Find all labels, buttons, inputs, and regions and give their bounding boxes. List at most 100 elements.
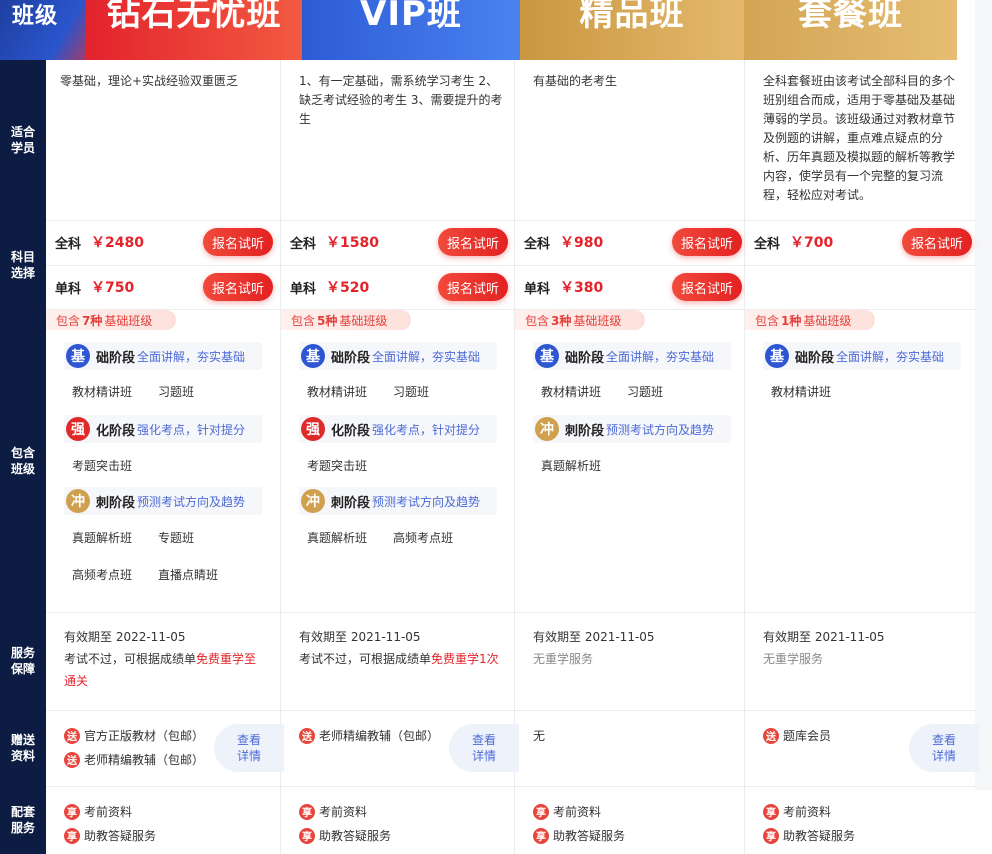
view-detail-button[interactable]: 查看详情 (449, 724, 519, 772)
sub-class[interactable]: 真题解析班 (541, 457, 601, 474)
extra-item: 享考前资料 (533, 803, 601, 820)
target-desc: 有基础的老考生 (533, 74, 618, 88)
extra-icon: 享 (299, 827, 315, 844)
enroll-button[interactable]: 报名试听 (203, 273, 273, 301)
enroll-button[interactable]: 报名试听 (203, 228, 273, 256)
sub-class[interactable]: 教材精讲班 (307, 383, 367, 400)
row-label-service: 服务保障 (10, 646, 35, 676)
extra-icon: 享 (299, 803, 315, 820)
gift-item: 送老师精编教辅（包邮） (299, 727, 439, 744)
service-info: 有效期至 2022-11-05 考试不过，可根据成绩单免费重学至通关 (64, 630, 257, 688)
class-count-tag: 包含 3种 基础班级 (515, 310, 645, 330)
stage-foundation: 基 础阶段 全面讲解，夯实基础 (763, 342, 961, 370)
extra-item: 享助教答疑服务 (533, 827, 625, 844)
header-vip: VIP班 (302, 0, 520, 60)
price-row: 单科 ￥520 报名试听 (290, 272, 508, 302)
header-diamond: 钻石无忧班 (86, 0, 302, 60)
stage-intensive: 强 化阶段 强化考点，针对提分 (299, 415, 497, 443)
extra-item: 享助教答疑服务 (299, 827, 391, 844)
stage-badge-icon: 基 (535, 344, 559, 368)
gift-item: 送老师精编教辅（包邮） (64, 751, 204, 768)
header-package: 套餐班 (744, 0, 957, 60)
enroll-button[interactable]: 报名试听 (438, 273, 508, 301)
sub-class[interactable]: 高频考点班 (72, 566, 132, 583)
sub-class[interactable]: 专题班 (158, 529, 194, 546)
column-package: 全科套餐班由该考试全部科目的多个班别组合而成，适用于零基础及基础薄弱的学员。该班… (745, 60, 979, 854)
stage-sprint: 冲 刺阶段 预测考试方向及趋势 (64, 487, 262, 515)
price-row: 全科 ￥2480 报名试听 (55, 227, 273, 257)
extra-icon: 享 (64, 827, 80, 844)
target-desc: 1、有一定基础，需系统学习考生 2、缺乏考试经验的考生 3、需要提升的考生 (299, 74, 503, 126)
price-row: 全科 ￥980 报名试听 (524, 227, 742, 257)
sub-class[interactable]: 考题突击班 (72, 457, 132, 474)
class-count-tag: 包含 5种 基础班级 (281, 310, 411, 330)
view-detail-button[interactable]: 查看详情 (909, 724, 979, 772)
extra-item: 享助教答疑服务 (64, 827, 156, 844)
gift-none: 无 (533, 729, 546, 743)
enroll-button[interactable]: 报名试听 (438, 228, 508, 256)
stage-badge-icon: 强 (66, 417, 90, 441)
price-row: 全科 ￥700 报名试听 (754, 227, 972, 257)
stage-badge-icon: 冲 (66, 489, 90, 513)
row-label-target: 适合学员 (10, 125, 35, 155)
service-info: 有效期至 2021-11-05 无重学服务 (533, 630, 655, 666)
service-info: 有效期至 2021-11-05 无重学服务 (763, 630, 885, 666)
extra-icon: 享 (763, 803, 779, 820)
sub-class[interactable]: 教材精讲班 (771, 383, 831, 400)
row-label-extra: 配套服务 (10, 805, 35, 835)
column-vip: 1、有一定基础，需系统学习考生 2、缺乏考试经验的考生 3、需要提升的考生 全科… (281, 60, 519, 854)
price-row: 单科 ￥380 报名试听 (524, 272, 742, 302)
sub-class[interactable]: 习题班 (158, 383, 194, 400)
target-desc: 全科套餐班由该考试全部科目的多个班别组合而成，适用于零基础及基础薄弱的学员。该班… (763, 74, 956, 202)
stage-foundation: 基 础阶段 全面讲解，夯实基础 (533, 342, 731, 370)
target-desc: 零基础，理论+实战经验双重匮乏 (60, 74, 239, 88)
sub-class[interactable]: 高频考点班 (393, 529, 453, 546)
price-row: 单科 ￥750 报名试听 (55, 272, 273, 302)
sub-class[interactable]: 考题突击班 (307, 457, 367, 474)
column-premium: 有基础的老考生 全科 ￥980 报名试听 单科 ￥380 报名试听 包含 3种 基础… (515, 60, 745, 854)
service-info: 有效期至 2021-11-05 考试不过，可根据成绩单免费重学1次 (299, 630, 499, 666)
sub-class[interactable]: 直播点睛班 (158, 566, 218, 583)
sub-class[interactable]: 习题班 (627, 383, 663, 400)
gift-item: 送官方正版教材（包邮） (64, 727, 204, 744)
enroll-button[interactable]: 报名试听 (672, 228, 742, 256)
sub-class[interactable]: 真题解析班 (72, 529, 132, 546)
extra-icon: 享 (64, 803, 80, 820)
gift-icon: 送 (64, 751, 80, 768)
stage-sprint: 冲 刺阶段 预测考试方向及趋势 (533, 415, 731, 443)
view-detail-button[interactable]: 查看详情 (214, 724, 284, 772)
stage-badge-icon: 强 (301, 417, 325, 441)
extra-icon: 享 (533, 827, 549, 844)
extra-item: 享助教答疑服务 (763, 827, 855, 844)
stage-foundation: 基 础阶段 全面讲解，夯实基础 (299, 342, 497, 370)
stage-badge-icon: 冲 (535, 417, 559, 441)
row-label-subject: 科目选择 (10, 250, 35, 280)
extra-item: 享考前资料 (763, 803, 831, 820)
scrollbar[interactable] (975, 0, 992, 790)
extra-icon: 享 (763, 827, 779, 844)
row-label-classes: 包含班级 (10, 446, 35, 476)
row-label-sidebar: 班级 适合学员 科目选择 包含班级 服务保障 赠送资料 配套服务 (0, 0, 104, 854)
enroll-button[interactable]: 报名试听 (672, 273, 742, 301)
gift-icon: 送 (64, 727, 80, 744)
sub-class[interactable]: 习题班 (393, 383, 429, 400)
class-count-tag: 包含 1种 基础班级 (745, 310, 875, 330)
price-row: 全科 ￥1580 报名试听 (290, 227, 508, 257)
header-premium: 精品班 (520, 0, 744, 60)
extra-item: 享考前资料 (299, 803, 367, 820)
sub-class[interactable]: 真题解析班 (307, 529, 367, 546)
stage-badge-icon: 冲 (301, 489, 325, 513)
enroll-button[interactable]: 报名试听 (902, 228, 972, 256)
gift-icon: 送 (299, 727, 315, 744)
stage-foundation: 基 础阶段 全面讲解，夯实基础 (64, 342, 262, 370)
stage-sprint: 冲 刺阶段 预测考试方向及趋势 (299, 487, 497, 515)
stage-badge-icon: 基 (301, 344, 325, 368)
stage-intensive: 强 化阶段 强化考点，针对提分 (64, 415, 262, 443)
extra-item: 享考前资料 (64, 803, 132, 820)
sub-class[interactable]: 教材精讲班 (541, 383, 601, 400)
column-diamond: 零基础，理论+实战经验双重匮乏 全科 ￥2480 报名试听 单科 ￥750 报名… (46, 60, 284, 854)
stage-badge-icon: 基 (66, 344, 90, 368)
gift-item: 送题库会员 (763, 727, 831, 744)
row-label-gift: 赠送资料 (10, 733, 35, 763)
sub-class[interactable]: 教材精讲班 (72, 383, 132, 400)
